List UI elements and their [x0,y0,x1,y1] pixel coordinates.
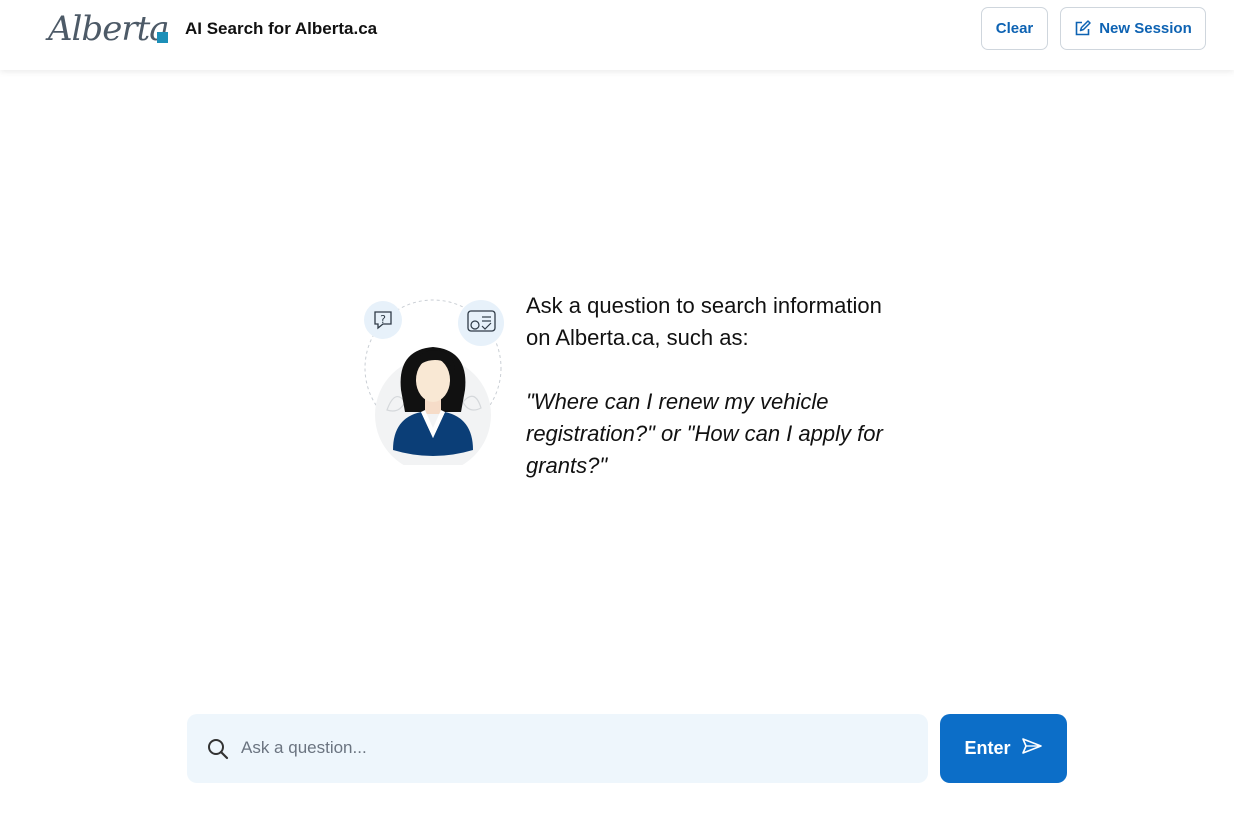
enter-button[interactable]: Enter [940,714,1067,783]
assistant-avatar-illustration: ? [357,290,517,473]
example-questions: "Where can I renew my vehicle registrati… [526,389,883,478]
app-header: Alberta AI Search for Alberta.ca Clear N… [0,0,1234,70]
search-icon [207,738,229,760]
new-session-button[interactable]: New Session [1060,7,1206,50]
welcome-line-2: on Alberta.ca, such as: [526,325,749,350]
logo-square [157,32,168,43]
new-session-label: New Session [1099,20,1192,37]
alberta-logo[interactable]: Alberta [48,8,178,52]
svg-text:?: ? [380,313,386,326]
welcome-panel: ? Ask a question to search information o… [357,290,917,490]
clear-button[interactable]: Clear [981,7,1048,50]
search-input[interactable] [241,728,901,768]
send-icon [1021,737,1043,760]
search-bar[interactable] [187,714,928,783]
welcome-message: Ask a question to search information on … [526,290,906,482]
page-title: AI Search for Alberta.ca [185,19,378,38]
clear-button-label: Clear [995,20,1034,37]
logo-wordmark: Alberta [48,9,169,49]
enter-button-label: Enter [964,738,1011,758]
welcome-line-1: Ask a question to search information [526,293,882,318]
edit-icon [1074,20,1091,37]
